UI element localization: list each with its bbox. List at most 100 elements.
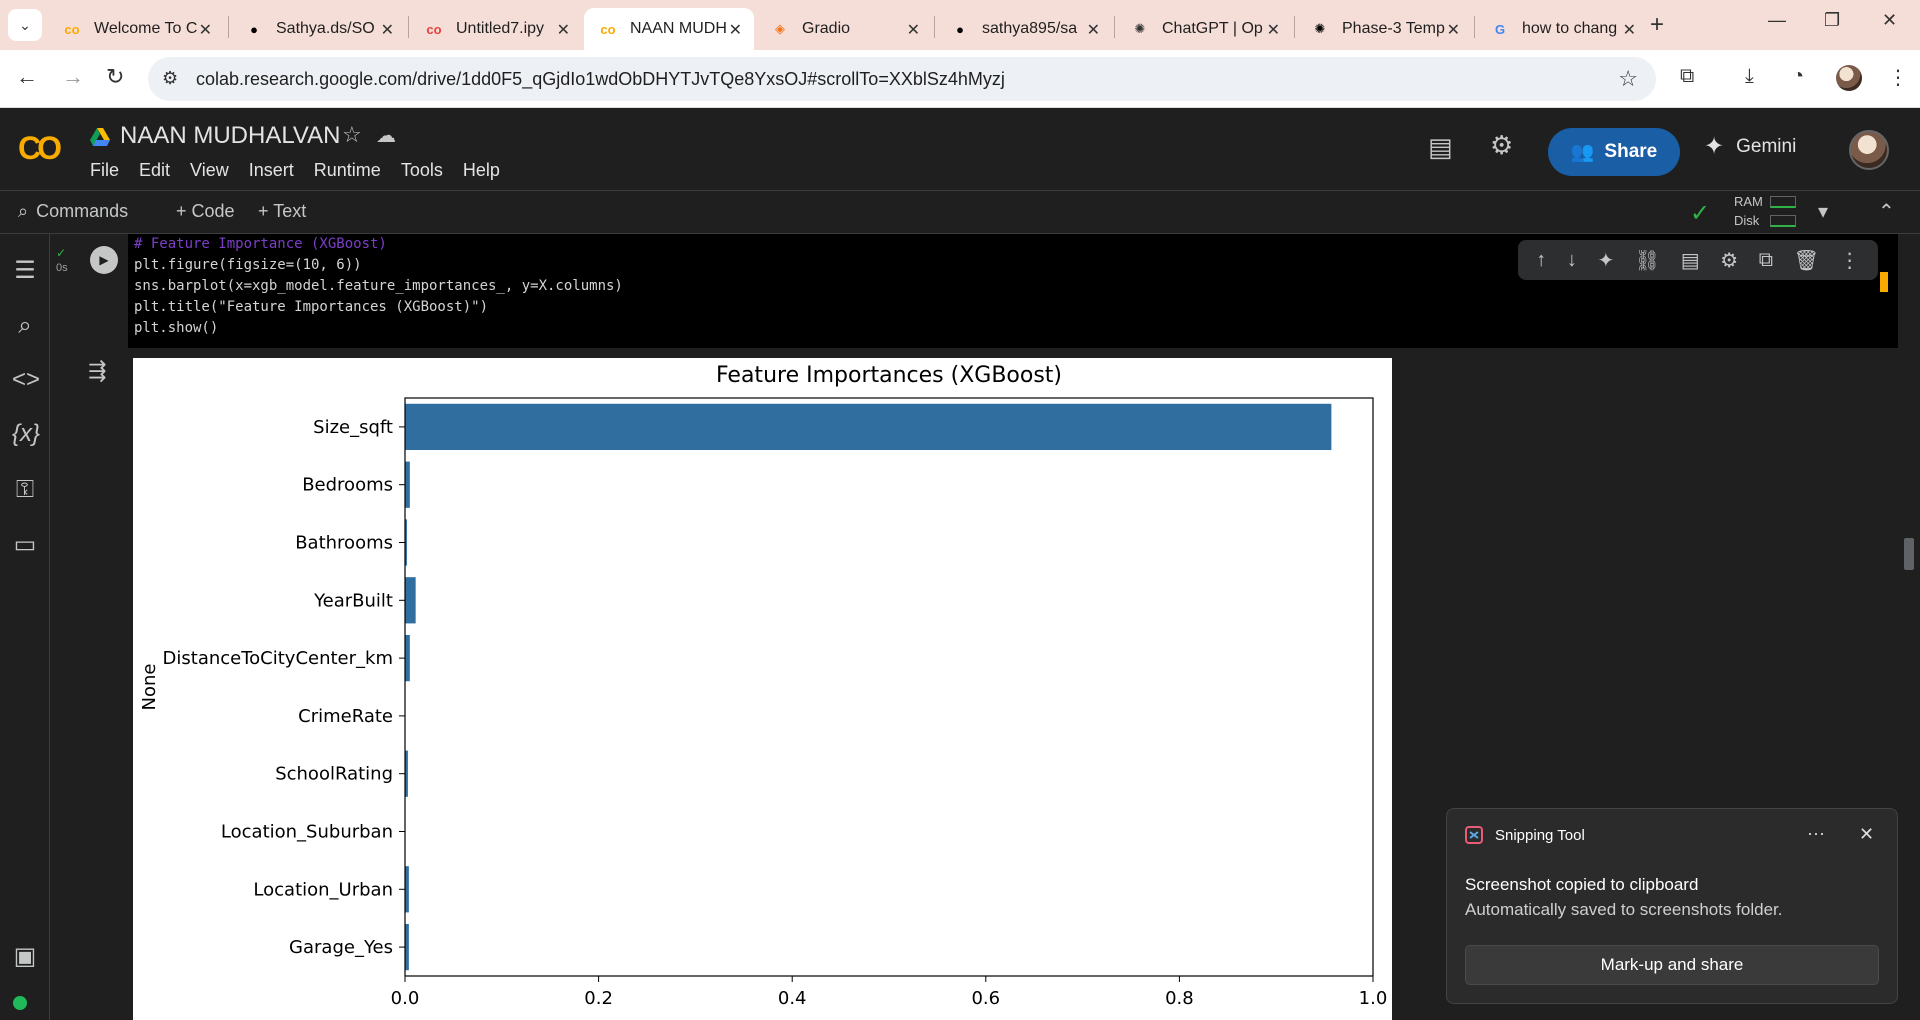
restore-icon[interactable]: ❐ xyxy=(1824,10,1840,31)
site-info-icon[interactable]: ⚙ xyxy=(162,68,178,89)
snipping-tool-icon xyxy=(1465,826,1483,844)
code-snippets-icon[interactable]: <> xyxy=(12,366,40,394)
address-bar[interactable]: ⚙ colab.research.google.com/drive/1dd0F5… xyxy=(148,57,1656,101)
settings-gear-icon[interactable]: ⚙ xyxy=(1490,130,1513,161)
output-actions-icon[interactable]: ⇶ xyxy=(88,358,106,384)
more-options-icon[interactable]: ··· xyxy=(1807,823,1825,844)
new-tab-button[interactable]: + xyxy=(1650,11,1664,39)
menu-view[interactable]: View xyxy=(190,160,229,181)
tab-welcome[interactable]: co Welcome To C ✕ xyxy=(48,8,224,50)
tab-gradio[interactable]: ◈ Gradio ✕ xyxy=(756,8,932,50)
terminal-icon[interactable]: ▣ xyxy=(12,942,38,971)
move-down-icon[interactable]: ↓ xyxy=(1567,249,1577,272)
profile-avatar[interactable] xyxy=(1836,65,1862,91)
close-icon[interactable]: ✕ xyxy=(1267,20,1280,40)
link-icon[interactable]: ⛓ xyxy=(1635,248,1660,273)
tab-naan-mudhalvan[interactable]: co NAAN MUDH ✕ xyxy=(584,8,754,50)
notebook-scrollbar[interactable] xyxy=(1898,234,1920,1020)
disk-meter[interactable] xyxy=(1770,215,1796,227)
runtime-dropdown-icon[interactable]: ▾ xyxy=(1818,199,1828,224)
cloud-saved-icon: ☁ xyxy=(376,125,396,147)
bar-YearBuilt xyxy=(405,577,416,624)
cell-exec-time: 0s xyxy=(56,262,68,274)
y-tick-label: CrimeRate xyxy=(298,706,393,727)
scrollbar-thumb[interactable] xyxy=(1904,538,1914,570)
menu-tools[interactable]: Tools xyxy=(401,160,443,181)
tab-github-sathya[interactable]: ● Sathya.ds/SO ✕ xyxy=(230,8,406,50)
variables-icon[interactable]: {x} xyxy=(12,420,40,448)
menu-help[interactable]: Help xyxy=(463,160,500,181)
browser-menu-icon[interactable]: ⋮ xyxy=(1888,65,1908,90)
reload-icon[interactable]: ↻ xyxy=(106,64,124,90)
command-bar: ⌕ Commands + Code + Text ✓ RAM Disk ▾ ⌃ xyxy=(0,190,1920,234)
tab-untitled7[interactable]: co Untitled7.ipy ✕ xyxy=(410,8,582,50)
x-tick-label: 1.0 xyxy=(1359,988,1388,1009)
back-icon[interactable]: ← xyxy=(16,64,38,90)
close-icon[interactable]: ✕ xyxy=(381,20,394,40)
close-icon[interactable]: ✕ xyxy=(729,20,742,40)
bar-DistanceToCityCenter_km xyxy=(405,634,410,682)
cell-settings-icon[interactable]: ⚙ xyxy=(1720,248,1738,273)
close-icon[interactable]: ✕ xyxy=(1859,824,1874,845)
gradio-icon: ◈ xyxy=(775,21,785,36)
add-text-button[interactable]: + Text xyxy=(258,201,306,222)
performance-icon[interactable]: ◔ xyxy=(1792,65,1804,88)
menu-runtime[interactable]: Runtime xyxy=(314,160,381,181)
download-icon[interactable]: ⤓ xyxy=(1745,65,1754,88)
tab-search-dropdown[interactable]: ⌄ xyxy=(8,9,42,41)
tab-phase3[interactable]: ✺ Phase-3 Temp ✕ xyxy=(1296,8,1472,50)
secrets-key-icon[interactable]: ⚿ xyxy=(12,476,38,504)
tab-github-sathya895[interactable]: ● sathya895/sa ✕ xyxy=(936,8,1112,50)
menu-edit[interactable]: Edit xyxy=(139,160,170,181)
y-tick-label: Garage_Yes xyxy=(289,937,393,958)
gemini-button[interactable]: ✦ Gemini xyxy=(1704,132,1796,161)
ram-label[interactable]: RAM xyxy=(1734,194,1763,209)
ram-meter[interactable] xyxy=(1770,196,1796,208)
close-icon[interactable]: ✕ xyxy=(1087,20,1100,40)
files-folder-icon[interactable]: ▭ xyxy=(12,530,38,559)
code-line-3: sns.barplot(x=xgb_model.feature_importan… xyxy=(134,278,623,294)
menu-bar: File Edit View Insert Runtime Tools Help xyxy=(90,160,500,181)
tab-chatgpt[interactable]: ✺ ChatGPT | Op ✕ xyxy=(1116,8,1292,50)
delete-icon[interactable]: 🗑 xyxy=(1794,248,1819,273)
colab-logo[interactable]: CO xyxy=(18,130,62,167)
share-button[interactable]: 👥 Share xyxy=(1548,128,1680,176)
disk-label[interactable]: Disk xyxy=(1734,213,1759,228)
plot-frame xyxy=(404,397,1374,977)
commands-button[interactable]: ⌕ Commands xyxy=(18,201,128,222)
window-close-icon[interactable]: ✕ xyxy=(1882,10,1897,31)
x-tick-label: 0.4 xyxy=(778,988,807,1009)
colab-header: CO NAAN MUDHALVAN ☆ ☁ File Edit View Ins… xyxy=(0,108,1920,190)
close-icon[interactable]: ✕ xyxy=(907,20,920,40)
extensions-icon[interactable]: ⧉ xyxy=(1680,65,1694,88)
add-code-button[interactable]: + Code xyxy=(176,201,235,222)
comment-icon[interactable]: ▤ xyxy=(1681,248,1700,273)
move-up-icon[interactable]: ↑ xyxy=(1536,249,1546,272)
run-cell-button[interactable]: ▶ xyxy=(90,246,118,274)
menu-file[interactable]: File xyxy=(90,160,119,181)
gemini-sparkle-icon[interactable]: ✦ xyxy=(1597,248,1614,273)
collapse-header-icon[interactable]: ⌃ xyxy=(1878,199,1895,224)
account-avatar[interactable] xyxy=(1849,130,1889,170)
snipping-tool-notification: Snipping Tool ··· ✕ Screenshot copied to… xyxy=(1446,808,1898,1004)
table-of-contents-icon[interactable]: ☰ xyxy=(12,256,38,285)
close-icon[interactable]: ✕ xyxy=(557,20,570,40)
markup-and-share-button[interactable]: Mark-up and share xyxy=(1465,945,1879,985)
people-icon: 👥 xyxy=(1570,142,1595,163)
notebook-title[interactable]: NAAN MUDHALVAN xyxy=(120,122,340,150)
close-icon[interactable]: ✕ xyxy=(199,20,212,40)
forward-icon[interactable]: → xyxy=(62,64,84,90)
find-replace-icon[interactable]: ⌕ xyxy=(12,312,38,340)
comments-icon[interactable]: ▤ xyxy=(1428,132,1453,163)
y-tick-label: Bedrooms xyxy=(302,475,393,496)
bookmark-star-icon[interactable]: ☆ xyxy=(1618,66,1638,92)
more-options-icon[interactable]: ⋮ xyxy=(1840,248,1860,273)
star-icon[interactable]: ☆ xyxy=(342,122,362,148)
close-icon[interactable]: ✕ xyxy=(1623,20,1636,40)
tab-google-search[interactable]: G how to chang ✕ xyxy=(1476,8,1648,50)
close-icon[interactable]: ✕ xyxy=(1447,20,1460,40)
cursor-marker xyxy=(1880,272,1888,292)
menu-insert[interactable]: Insert xyxy=(249,160,294,181)
mirror-cell-icon[interactable]: ⧉ xyxy=(1759,249,1773,272)
minimize-icon[interactable]: — xyxy=(1768,10,1786,31)
